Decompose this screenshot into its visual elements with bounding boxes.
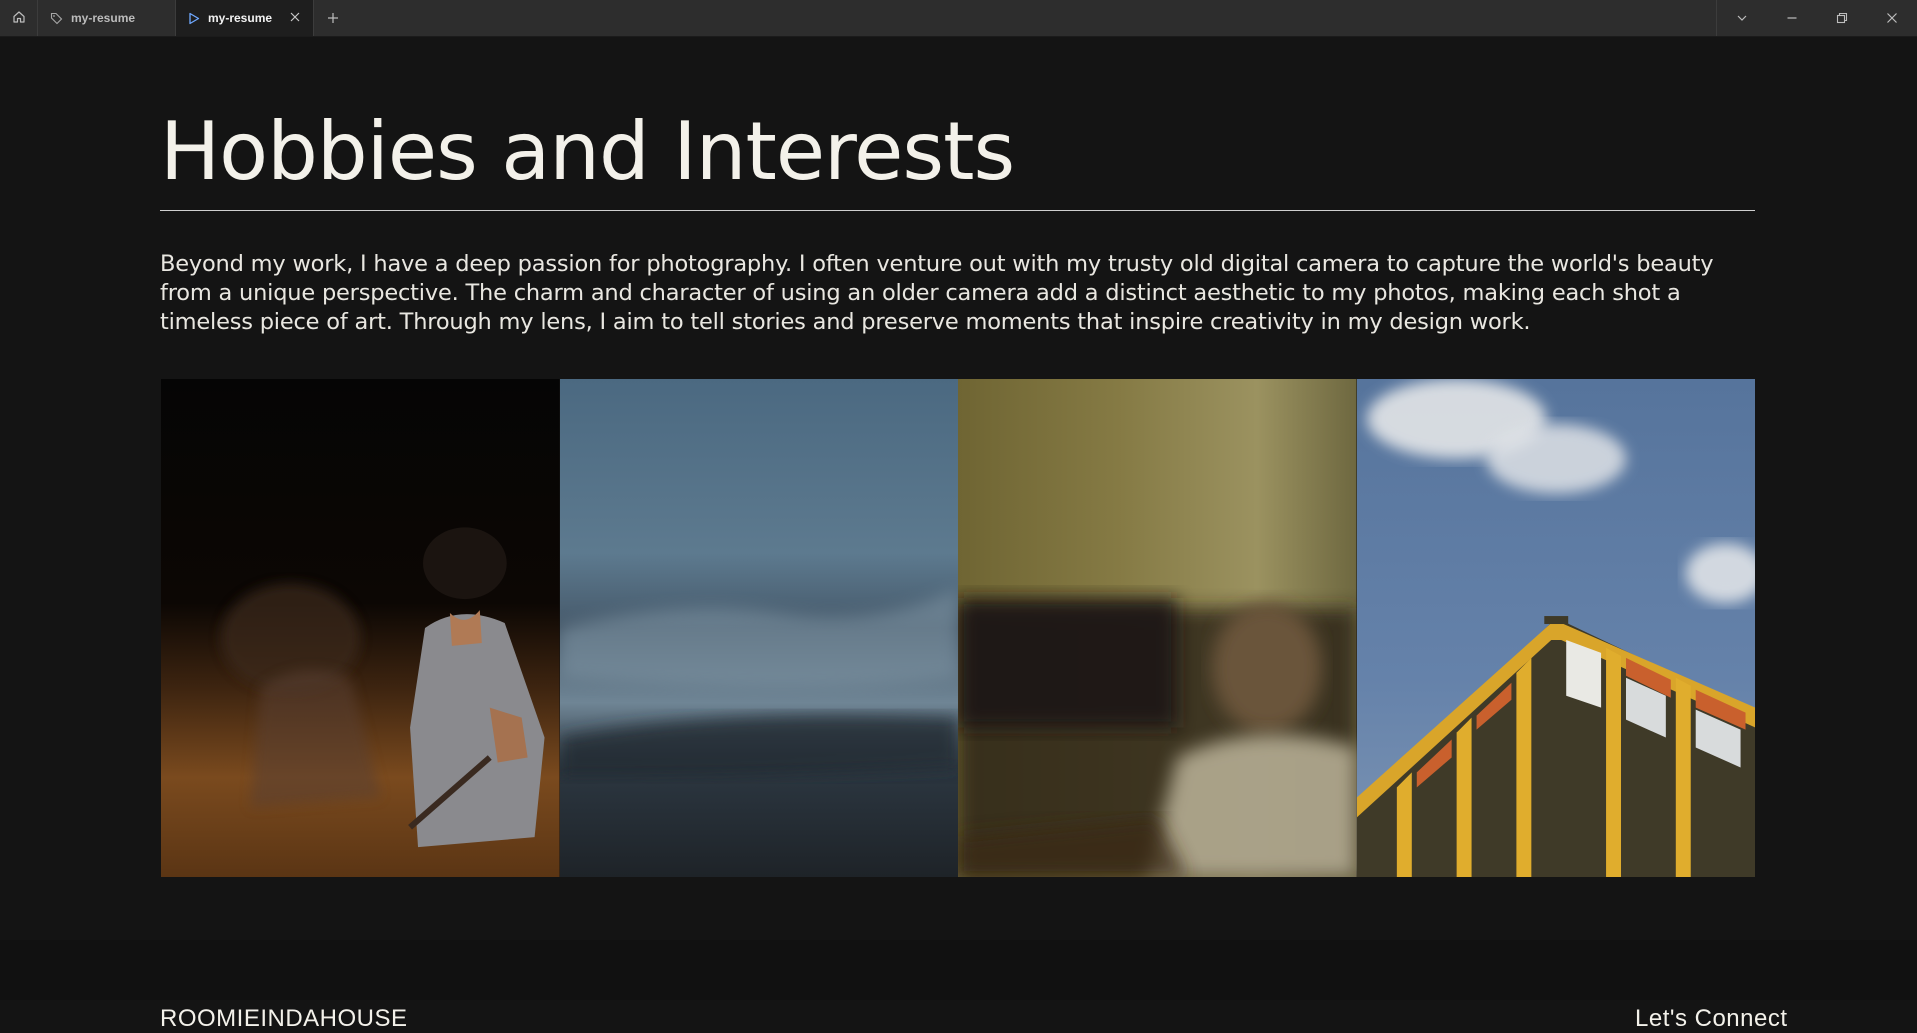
page-content: Hobbies and Interests Beyond my work, I …	[0, 37, 1917, 1028]
tab-label: my-resume	[71, 11, 136, 25]
section-divider	[160, 210, 1755, 211]
intro-paragraph: Beyond my work, I have a deep passion fo…	[160, 251, 1714, 335]
yellow-building-sky-photo	[1356, 379, 1755, 877]
minimize-icon	[1786, 9, 1798, 28]
plus-icon	[327, 9, 339, 28]
chevron-down-icon	[1736, 9, 1748, 28]
blurred-sea-photo	[559, 379, 958, 877]
tab-my-resume-active[interactable]: my-resume	[176, 0, 314, 36]
tab-list-button[interactable]	[1717, 0, 1767, 36]
close-icon[interactable]	[289, 11, 301, 23]
close-window-button[interactable]	[1867, 0, 1917, 36]
home-icon	[12, 9, 26, 28]
blurred-room-portrait-photo	[958, 379, 1357, 877]
restore-button[interactable]	[1817, 0, 1867, 36]
page-title: Hobbies and Interests	[160, 105, 1015, 198]
close-icon	[1886, 9, 1898, 28]
tab-label: my-resume	[208, 11, 273, 25]
tab-my-resume-inactive[interactable]: my-resume	[38, 0, 176, 36]
night-portrait-photo	[161, 379, 560, 877]
window-controls	[1716, 0, 1917, 36]
photo-gallery	[161, 379, 1755, 877]
titlebar-drag-region[interactable]	[352, 0, 1716, 36]
restore-icon	[1836, 9, 1848, 28]
window-titlebar: my-resume my-resume	[0, 0, 1917, 37]
footer-bar	[0, 940, 1917, 1000]
footer-brand-link[interactable]: ROOMIEINDAHOUSE	[160, 1005, 408, 1033]
home-button[interactable]	[0, 0, 38, 36]
footer-contact-link[interactable]: Let's Connect	[1635, 1005, 1788, 1033]
tag-icon	[50, 12, 63, 25]
minimize-button[interactable]	[1767, 0, 1817, 36]
play-icon	[188, 12, 200, 25]
new-tab-button[interactable]	[314, 0, 352, 36]
